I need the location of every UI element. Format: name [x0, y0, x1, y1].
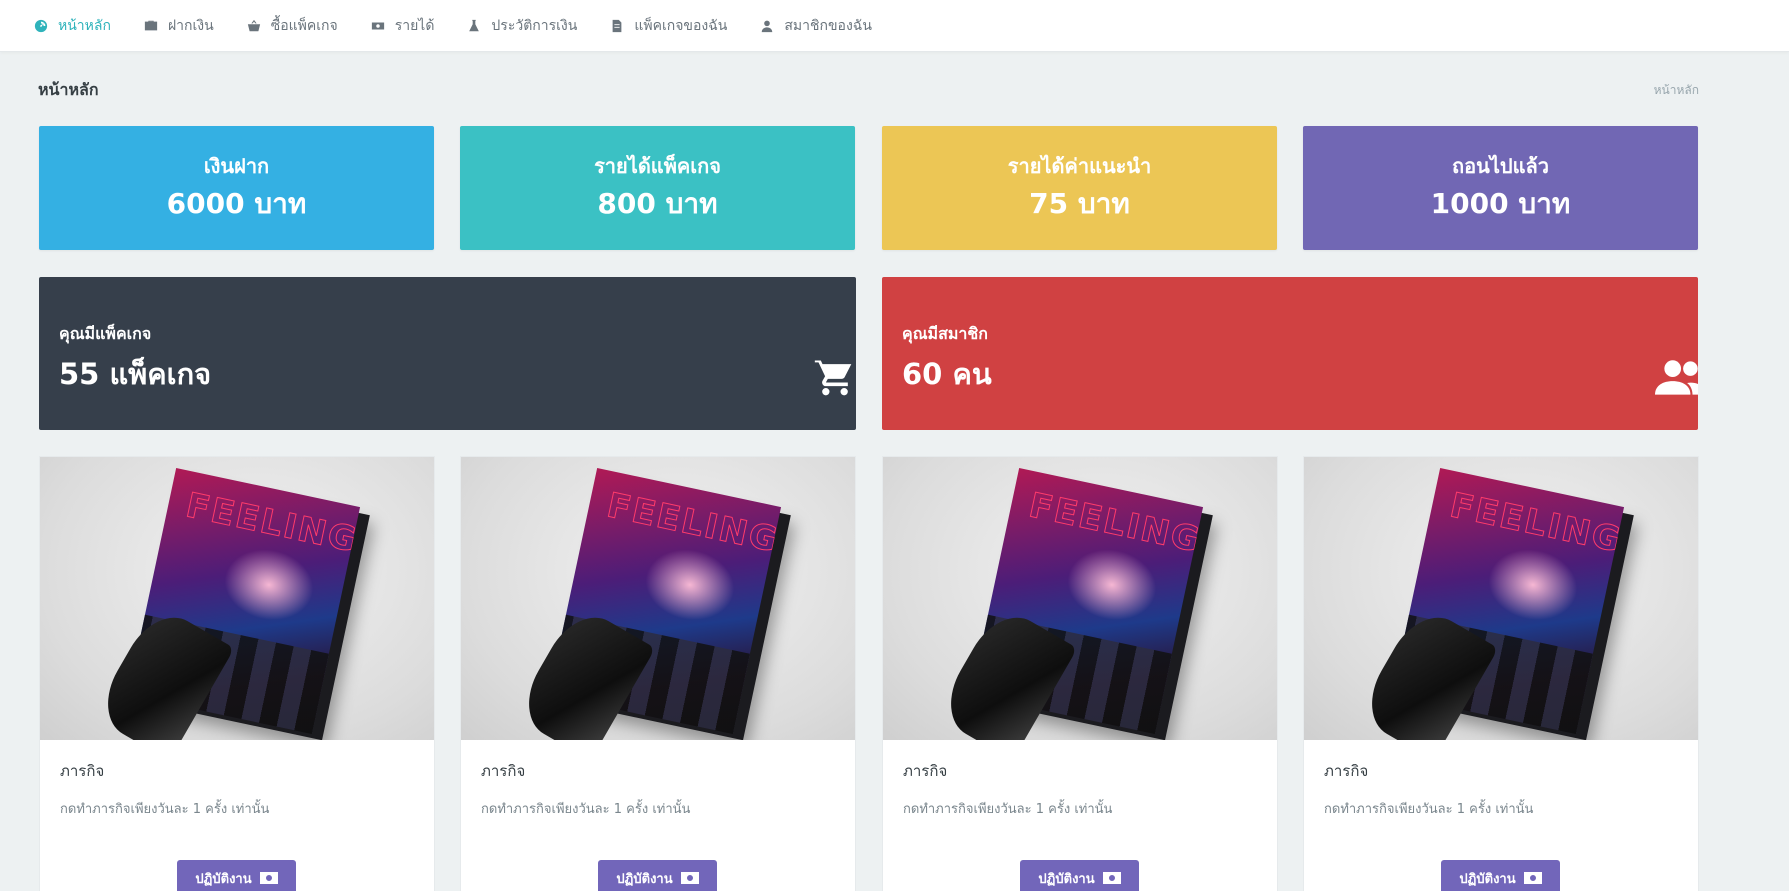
magazine-image: FEELING	[1304, 457, 1698, 740]
card-title: ภารกิจ	[60, 762, 105, 780]
perform-task-button[interactable]: ปฏิบัติงาน	[1441, 860, 1560, 891]
button-label: ปฏิบัติงาน	[616, 871, 673, 887]
basket-icon	[247, 19, 260, 31]
stat-label: รายได้ค่าแนะนำ	[1007, 154, 1152, 178]
button-label: ปฏิบัติงาน	[195, 871, 252, 887]
cart-icon	[814, 358, 852, 396]
top-navbar: หน้าหลัก ฝากเงิน ซื้อแพ็คเกจ รายได้ ประว…	[0, 0, 1789, 52]
mission-card: FEELING ภารกิจ กดทำภารกิจเพียงวันละ 1 คร…	[1303, 456, 1699, 891]
money-icon	[259, 872, 278, 884]
stat-value: 75 บาท	[1029, 187, 1130, 220]
money-icon	[371, 22, 384, 29]
nav-item-home[interactable]: หน้าหลัก	[34, 15, 111, 37]
stat-label: รายได้แพ็คเกจ	[594, 154, 721, 178]
nav-item-deposit[interactable]: ฝากเงิน	[144, 15, 214, 37]
mission-card: FEELING ภารกิจ กดทำภารกิจเพียงวันละ 1 คร…	[460, 456, 856, 891]
nav-item-my-members[interactable]: สมาชิกของฉัน	[760, 15, 872, 37]
members-count: 60 คน	[902, 357, 992, 391]
card-title: ภารกิจ	[903, 762, 948, 780]
packages-panel: คุณมีแพ็คเกจ 55 แพ็คเกจ	[39, 277, 856, 430]
stat-referral-income: รายได้ค่าแนะนำ 75 บาท	[882, 126, 1277, 250]
button-label: ปฏิบัติงาน	[1038, 871, 1095, 887]
breadcrumb[interactable]: หน้าหลัก	[1654, 81, 1699, 100]
nav-item-label: ฝากเงิน	[167, 17, 214, 34]
button-label: ปฏิบัติงาน	[1459, 871, 1516, 887]
card-title: ภารกิจ	[481, 762, 526, 780]
card-title: ภารกิจ	[1324, 762, 1369, 780]
briefcase-icon	[144, 20, 158, 30]
nav-item-my-packages[interactable]: แพ็คเกจของฉัน	[610, 15, 727, 37]
stat-value: 800 บาท	[597, 187, 718, 220]
money-icon	[680, 872, 699, 884]
magazine-image: FEELING	[40, 457, 434, 740]
magazine-image: FEELING	[461, 457, 855, 740]
group-icon	[1655, 360, 1698, 395]
mission-card: FEELING ภารกิจ กดทำภารกิจเพียงวันละ 1 คร…	[882, 456, 1278, 891]
nav-item-label: หน้าหลัก	[58, 17, 111, 34]
stat-label: ถอนไปแล้ว	[1452, 154, 1549, 178]
nav-item-label: รายได้	[394, 17, 435, 34]
card-description: กดทำภารกิจเพียงวันละ 1 ครั้ง เท่านั้น	[1324, 802, 1534, 817]
perform-task-button[interactable]: ปฏิบัติงาน	[598, 860, 717, 891]
card-description: กดทำภารกิจเพียงวันละ 1 ครั้ง เท่านั้น	[903, 802, 1113, 817]
mission-card: FEELING ภารกิจ กดทำภารกิจเพียงวันละ 1 คร…	[39, 456, 435, 891]
stat-label: เงินฝาก	[203, 154, 270, 178]
perform-task-button[interactable]: ปฏิบัติงาน	[177, 860, 296, 891]
stat-deposit: เงินฝาก 6000 บาท	[39, 126, 434, 250]
user-icon	[762, 20, 773, 32]
money-icon	[1523, 872, 1542, 884]
dashboard-icon	[34, 19, 48, 32]
document-icon	[612, 19, 622, 32]
stat-value: 6000 บาท	[166, 187, 307, 220]
nav-item-buy-package[interactable]: ซื้อแพ็คเกจ	[247, 15, 338, 37]
money-icon	[1102, 872, 1121, 884]
nav-item-label: ประวัติการเงิน	[491, 17, 578, 34]
magazine-image: FEELING	[883, 457, 1277, 740]
card-description: กดทำภารกิจเพียงวันละ 1 ครั้ง เท่านั้น	[481, 802, 691, 817]
perform-task-button[interactable]: ปฏิบัติงาน	[1020, 860, 1139, 891]
nav-item-label: ซื้อแพ็คเกจ	[270, 17, 338, 34]
packages-count: 55 แพ็คเกจ	[59, 357, 212, 391]
members-label: คุณมีสมาชิก	[902, 324, 988, 343]
nav-item-label: แพ็คเกจของฉัน	[634, 17, 728, 34]
members-panel: คุณมีสมาชิก 60 คน	[882, 277, 1698, 430]
nav-item-finance-history[interactable]: ประวัติการเงิน	[467, 15, 577, 37]
page-title: หน้าหลัก	[38, 80, 99, 99]
nav-item-label: สมาชิกของฉัน	[784, 17, 872, 34]
packages-label: คุณมีแพ็คเกจ	[59, 324, 152, 343]
flask-icon	[469, 19, 480, 31]
stat-package-income: รายได้แพ็คเกจ 800 บาท	[460, 126, 855, 250]
card-description: กดทำภารกิจเพียงวันละ 1 ครั้ง เท่านั้น	[60, 802, 270, 817]
stat-value: 1000 บาท	[1430, 187, 1571, 220]
stat-withdrawn: ถอนไปแล้ว 1000 บาท	[1303, 126, 1698, 250]
nav-item-income[interactable]: รายได้	[371, 15, 435, 37]
